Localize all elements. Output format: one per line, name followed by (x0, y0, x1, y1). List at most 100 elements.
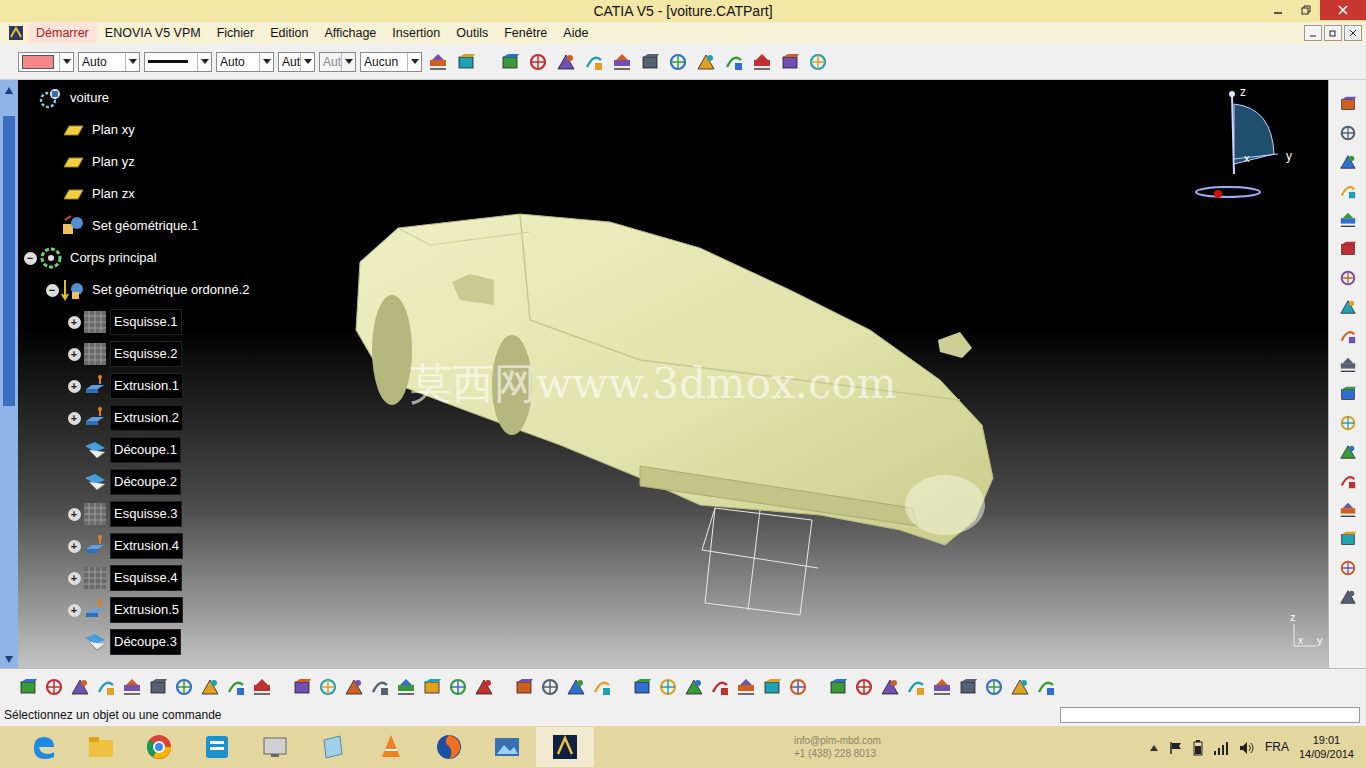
restore-icon[interactable] (1292, 0, 1320, 20)
language-indicator[interactable]: FRA (1265, 738, 1289, 756)
tree-label[interactable]: Set géométrique.1 (89, 214, 201, 238)
tree-label[interactable]: Esquisse.4 (111, 566, 181, 590)
tree-label[interactable]: Set géométrique ordonné.2 (89, 278, 253, 302)
photo-icon[interactable] (478, 727, 536, 767)
view-tool-icon[interactable] (722, 50, 746, 74)
measure-tool-icon[interactable] (590, 675, 614, 699)
dropdown-arrow-icon[interactable] (201, 59, 209, 64)
app-icon[interactable] (188, 727, 246, 767)
tree-label[interactable]: voiture (67, 86, 112, 110)
knowledge-tool-icon[interactable] (342, 675, 366, 699)
tree-toggle[interactable]: + (68, 604, 81, 617)
dropdown-arrow-icon[interactable] (63, 59, 71, 64)
analysis-tool-icon[interactable] (656, 675, 680, 699)
tree-toggle[interactable]: + (68, 572, 81, 585)
tree-toggle[interactable]: + (68, 412, 81, 425)
tree-toggle[interactable]: − (46, 284, 59, 297)
tree-scrollbar[interactable] (0, 80, 18, 668)
workbench-tool-icon[interactable] (1336, 527, 1360, 551)
knowledge-tool-icon[interactable] (446, 675, 470, 699)
tree-label[interactable]: Découpe.3 (111, 630, 180, 654)
view-tool-icon[interactable] (638, 50, 662, 74)
painter-icon[interactable] (454, 50, 478, 74)
tree-item[interactable]: Set géométrique.1 (22, 210, 253, 242)
workbench-tool-icon[interactable] (1336, 121, 1360, 145)
doc-close-icon[interactable] (1344, 25, 1362, 41)
view-mode-icon[interactable] (878, 675, 902, 699)
standard-tool-icon[interactable] (120, 675, 144, 699)
workbench-tool-icon[interactable] (1336, 324, 1360, 348)
ie-icon[interactable] (14, 727, 72, 767)
view-tool-icon[interactable] (498, 50, 522, 74)
dropdown-arrow-icon[interactable] (411, 59, 419, 64)
view-tool-icon[interactable] (750, 50, 774, 74)
command-input[interactable] (1060, 707, 1360, 723)
knowledge-tool-icon[interactable] (420, 675, 444, 699)
tree-label[interactable]: Plan zx (89, 182, 138, 206)
chrome-icon[interactable] (130, 727, 188, 767)
standard-tool-icon[interactable] (16, 675, 40, 699)
menu-item[interactable]: Fichier (209, 23, 263, 43)
property-dropdown[interactable]: Aucun (360, 52, 422, 72)
tray-arrow-icon[interactable] (1149, 738, 1159, 756)
dropdown-arrow-icon[interactable] (263, 59, 271, 64)
view-mode-icon[interactable] (930, 675, 954, 699)
menu-item[interactable]: Affichage (316, 23, 384, 43)
tree-label[interactable]: Découpe.2 (111, 470, 180, 494)
tree-item[interactable]: Découpe.2 (22, 466, 253, 498)
tree-item[interactable]: +Esquisse.2 (22, 338, 253, 370)
knowledge-tool-icon[interactable] (290, 675, 314, 699)
view-tool-icon[interactable] (666, 50, 690, 74)
computer-icon[interactable] (246, 727, 304, 767)
3d-viewport[interactable]: 莫西网www.3dmox.comzyxzxyvoiturePlan xyPlan… (18, 80, 1328, 668)
standard-tool-icon[interactable] (250, 675, 274, 699)
analysis-tool-icon[interactable] (786, 675, 810, 699)
menu-item[interactable]: Aide (555, 23, 596, 43)
workbench-tool-icon[interactable] (1336, 440, 1360, 464)
workbench-tool-icon[interactable] (1336, 179, 1360, 203)
dropdown-arrow-icon[interactable] (345, 59, 353, 64)
tree-label[interactable]: Extrusion.2 (111, 406, 182, 430)
workbench-tool-icon[interactable] (1336, 295, 1360, 319)
tree-item[interactable]: Plan xy (22, 114, 253, 146)
menu-item[interactable]: Fenêtre (496, 23, 555, 43)
menu-item[interactable]: ENOVIA V5 VPM (97, 23, 209, 43)
signal-icon[interactable] (1213, 738, 1229, 756)
close-icon[interactable] (1320, 0, 1366, 20)
knowledge-tool-icon[interactable] (394, 675, 418, 699)
view-tool-icon[interactable] (582, 50, 606, 74)
doc-minimize-icon[interactable] (1304, 25, 1322, 41)
catia-icon[interactable] (536, 727, 594, 767)
note-icon[interactable] (304, 727, 362, 767)
firefox-icon[interactable] (420, 727, 478, 767)
view-tool-icon[interactable] (554, 50, 578, 74)
tree-item[interactable]: Découpe.3 (22, 626, 253, 658)
tree-item[interactable]: Plan zx (22, 178, 253, 210)
standard-tool-icon[interactable] (146, 675, 170, 699)
tree-item[interactable]: −Corps principal (22, 242, 253, 274)
scroll-thumb[interactable] (3, 116, 15, 406)
analysis-tool-icon[interactable] (760, 675, 784, 699)
tree-item[interactable]: + Esquisse.1 (22, 306, 253, 338)
tree-toggle[interactable]: + (68, 508, 81, 521)
workbench-tool-icon[interactable] (1336, 469, 1360, 493)
standard-tool-icon[interactable] (68, 675, 92, 699)
property-dropdown[interactable]: Auto (216, 52, 274, 72)
tree-item[interactable]: Plan yz (22, 146, 253, 178)
view-tool-icon[interactable] (610, 50, 634, 74)
view-mode-icon[interactable] (956, 675, 980, 699)
view-mode-icon[interactable] (826, 675, 850, 699)
knowledge-tool-icon[interactable] (316, 675, 340, 699)
knowledge-tool-icon[interactable] (368, 675, 392, 699)
tree-label[interactable]: Corps principal (67, 246, 160, 270)
workbench-tool-icon[interactable] (1336, 498, 1360, 522)
tree-label[interactable]: Esquisse.1 (111, 310, 181, 334)
tree-label[interactable]: Esquisse.3 (111, 502, 181, 526)
view-mode-icon[interactable] (1008, 675, 1032, 699)
tree-toggle[interactable]: + (68, 316, 81, 329)
view-mode-icon[interactable] (1034, 675, 1058, 699)
color-picker[interactable] (18, 52, 74, 72)
property-dropdown[interactable] (144, 52, 212, 72)
workbench-tool-icon[interactable] (1336, 353, 1360, 377)
tree-item[interactable]: + Extrusion.2 (22, 402, 253, 434)
